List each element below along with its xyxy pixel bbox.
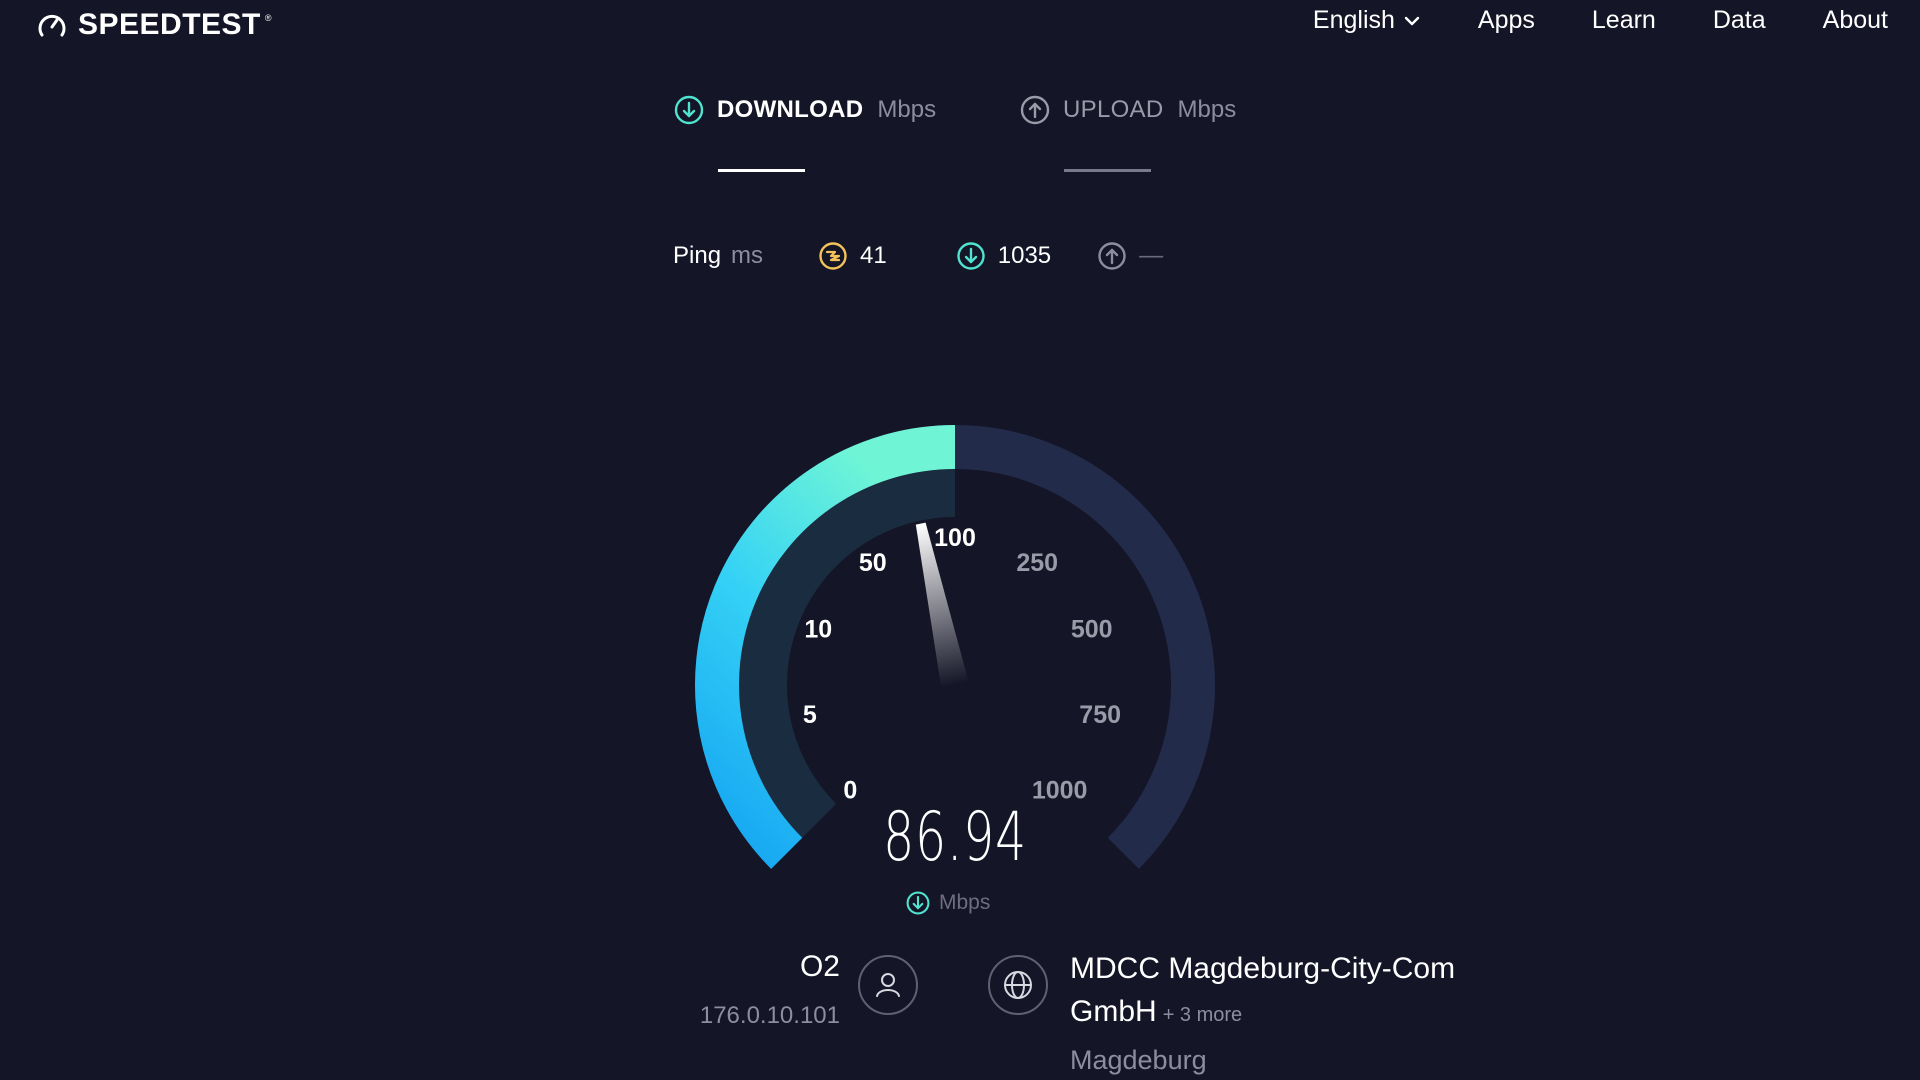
globe-icon-button[interactable] bbox=[988, 955, 1048, 1015]
gauge-tick-label: 10 bbox=[804, 615, 832, 643]
gauge-tick-label: 1000 bbox=[1032, 777, 1088, 805]
arrow-down-circle-icon bbox=[906, 891, 930, 915]
isp-info: O2 176.0.10.101 bbox=[700, 950, 840, 1030]
speed-unit-row: Mbps bbox=[905, 890, 990, 916]
isp-ip: 176.0.10.101 bbox=[699, 1002, 840, 1029]
speed-gauge: 0 5 10 50 100 250 500 750 1000 bbox=[695, 425, 1215, 869]
gauge-tick-label: 250 bbox=[1016, 549, 1058, 577]
gauge-tick-label: 0 bbox=[843, 777, 857, 805]
server-name-link[interactable]: MDCC Magdeburg-City-Com GmbH + 3 more bbox=[1070, 947, 1490, 1037]
gauge-tick-label: 500 bbox=[1071, 615, 1113, 643]
server-more-link[interactable]: + 3 more bbox=[1163, 1004, 1242, 1026]
speedtest-page: SPEEDTEST ® English Apps Learn Data Abou… bbox=[0, 0, 1920, 1080]
server-name: MDCC Magdeburg-City-Com GmbH bbox=[1070, 952, 1456, 1028]
speed-value: 86.94 bbox=[883, 798, 1027, 877]
gauge-tick-label: 100 bbox=[934, 524, 976, 552]
gauge-tick-label: 750 bbox=[1079, 701, 1121, 729]
gauge-tick-label: 5 bbox=[803, 701, 817, 729]
user-icon bbox=[876, 973, 900, 997]
user-icon-button[interactable] bbox=[858, 955, 918, 1015]
gauge-tick-label: 50 bbox=[859, 549, 887, 577]
speed-unit: Mbps bbox=[939, 891, 991, 914]
server-info: MDCC Magdeburg-City-Com GmbH + 3 more Mag… bbox=[1070, 947, 1490, 1076]
server-location: Magdeburg bbox=[1070, 1045, 1207, 1075]
globe-icon bbox=[1004, 971, 1032, 999]
isp-name: O2 bbox=[799, 950, 840, 983]
